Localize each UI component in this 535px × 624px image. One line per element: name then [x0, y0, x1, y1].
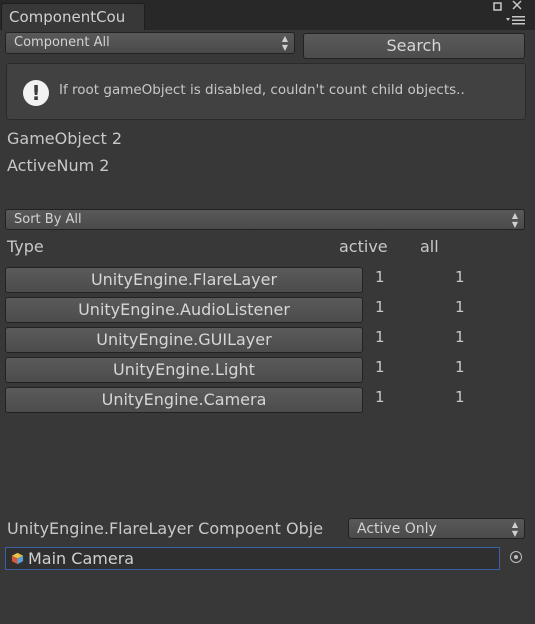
- warning-icon: !: [23, 80, 49, 106]
- object-picker-icon[interactable]: [510, 551, 522, 563]
- all-column-header: all: [420, 237, 439, 256]
- component-type-button-audiolistener[interactable]: UnityEngine.AudioListener: [5, 297, 363, 323]
- all-count-cell: 1: [455, 358, 465, 376]
- all-count-cell: 1: [455, 298, 465, 316]
- help-box: ! If root gameObject is disabled, couldn…: [6, 63, 526, 120]
- component-type-button-light[interactable]: UnityEngine.Light: [5, 357, 363, 383]
- hamburger-menu-icon[interactable]: [506, 15, 526, 28]
- dropdown-arrows-icon: ▲ ▼: [511, 211, 518, 229]
- component-filter-dropdown[interactable]: Component All ▲ ▼: [5, 32, 295, 54]
- active-count-cell: 1: [375, 358, 385, 376]
- active-count-cell: 1: [375, 268, 385, 286]
- active-count-cell: 1: [375, 298, 385, 316]
- all-count-cell: 1: [455, 268, 465, 286]
- component-objects-label: UnityEngine.FlareLayer Compoent Obje: [7, 519, 324, 538]
- sort-value: Sort By All: [14, 212, 82, 227]
- all-count-cell: 1: [455, 328, 465, 346]
- help-message: If root gameObject is disabled, couldn't…: [59, 82, 465, 98]
- active-filter-dropdown[interactable]: Active Only ▲ ▼: [348, 518, 525, 539]
- all-count-cell: 1: [455, 388, 465, 406]
- type-column-header: Type: [7, 237, 44, 256]
- window-tab[interactable]: ComponentCou: [1, 3, 145, 30]
- active-count-cell: 1: [375, 328, 385, 346]
- gameobject-count: GameObject 2: [7, 129, 123, 148]
- close-icon[interactable]: [511, 0, 523, 13]
- object-field[interactable]: Main Camera: [5, 547, 500, 570]
- component-type-button-guilayer[interactable]: UnityEngine.GUILayer: [5, 327, 363, 353]
- component-type-button-flarelayer[interactable]: UnityEngine.FlareLayer: [5, 267, 363, 293]
- dropdown-arrows-icon: ▲ ▼: [511, 520, 518, 538]
- sort-dropdown[interactable]: Sort By All ▲ ▼: [5, 209, 525, 230]
- active-count-cell: 1: [375, 388, 385, 406]
- component-filter-value: Component All: [14, 35, 110, 50]
- active-filter-value: Active Only: [357, 521, 437, 537]
- search-button[interactable]: Search: [303, 33, 525, 59]
- gameobject-cube-icon: [11, 552, 24, 565]
- component-type-button-camera[interactable]: UnityEngine.Camera: [5, 387, 363, 413]
- dropdown-arrows-icon: ▲ ▼: [281, 34, 288, 52]
- active-count: ActiveNum 2: [7, 156, 110, 175]
- active-column-header: active: [339, 237, 388, 256]
- maximize-icon[interactable]: [493, 1, 502, 13]
- object-name: Main Camera: [28, 549, 135, 568]
